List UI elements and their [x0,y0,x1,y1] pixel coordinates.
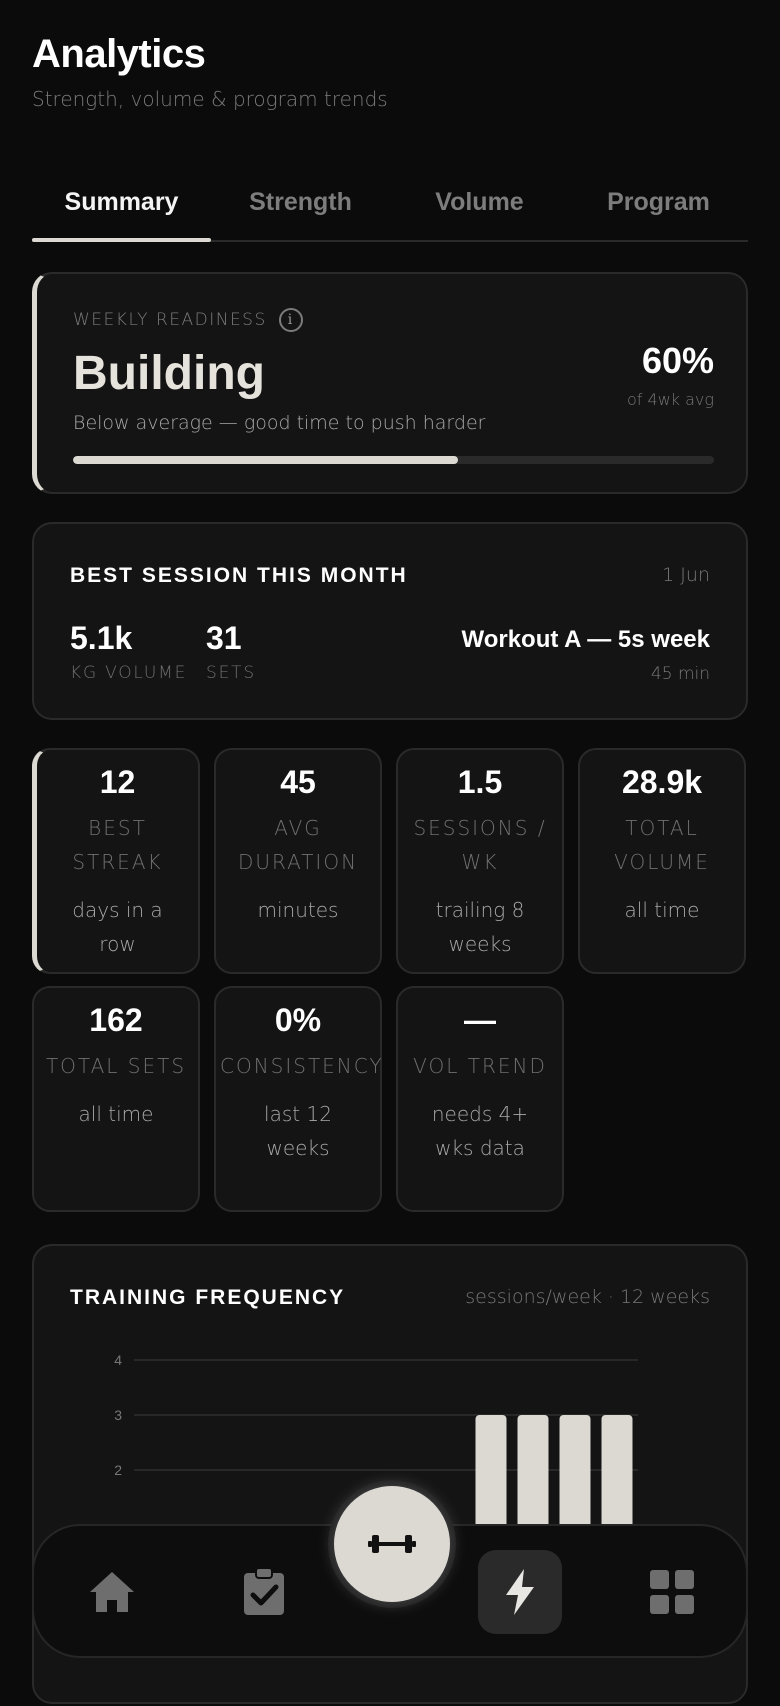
stat-sub: minutes [257,898,339,922]
readiness-progress-fill [73,456,458,464]
grid-icon [650,1570,694,1614]
weekly-readiness-card: WEEKLY READINESS i Building Below averag… [32,272,748,494]
readiness-label: WEEKLY READINESS [73,310,267,330]
tab-volume[interactable]: Volume [390,180,569,240]
stat-value: 0% [274,1002,322,1038]
stat-tile-best-streak[interactable]: 12 BEST STREAK days in a row [32,748,200,974]
readiness-percent: 60% [641,340,714,381]
readiness-progress-bar [73,456,714,464]
stat-sub: needs 4+ wks data [431,1102,529,1160]
home-icon [90,1572,134,1612]
stat-value: — [464,1002,496,1038]
stat-sub: days in a row [72,898,163,956]
volume-value: 5.1k [70,620,133,656]
chart-y-tick-label: 2 [114,1462,122,1478]
readiness-status: Building [73,347,265,400]
best-session-heading: BEST SESSION THIS MONTH [70,564,408,587]
stat-label: VOL TREND [413,1054,547,1078]
stat-value: 12 [99,764,136,800]
more-button[interactable] [642,1562,702,1622]
stat-label: BEST STREAK [72,816,163,874]
stat-label: AVG DURATION [237,816,359,874]
best-session-workout-name: Workout A — 5s week [461,626,710,653]
stat-value: 45 [280,764,316,800]
best-session-duration: 45 min [650,664,710,684]
bottom-nav [32,1486,748,1658]
best-session-card[interactable]: BEST SESSION THIS MONTH 1 Jun 5.1k KG VO… [32,522,748,720]
clipboard-check-icon [244,1567,284,1615]
stat-label: TOTAL SETS [45,1054,187,1078]
readiness-description: Below average — good time to push harder [73,412,486,434]
chart-y-tick-label: 3 [114,1407,122,1423]
info-icon[interactable]: i [278,308,303,332]
chart-y-tick-label: 4 [114,1352,122,1368]
stat-value: 1.5 [457,764,503,800]
sets-value: 31 [206,620,242,656]
tab-summary[interactable]: Summary [32,180,211,242]
stat-tile-vol-trend[interactable]: — VOL TREND needs 4+ wks data [396,986,564,1212]
workouts-button[interactable] [234,1562,294,1622]
stat-tile-avg-duration[interactable]: 45 AVG DURATION minutes [214,748,382,974]
stat-value: 162 [89,1002,143,1038]
readiness-percent-sub: of 4wk avg [627,390,714,409]
best-session-volume: 5.1k KG VOLUME [70,620,187,683]
bolt-icon [506,1569,534,1615]
stat-sub: last 12 weeks [264,1102,332,1160]
sets-label: SETS [206,663,256,683]
stat-tile-consistency[interactable]: 0% CONSISTENCY last 12 weeks [214,986,382,1212]
page-title: Analytics [32,32,206,76]
stat-label: SESSIONS / WK [413,816,547,874]
volume-label: KG VOLUME [70,663,188,683]
stat-tile-sessions-per-week[interactable]: 1.5 SESSIONS / WK trailing 8 weeks [396,748,564,974]
page-subtitle: Strength, volume & program trends [32,87,388,111]
readiness-label-row: WEEKLY READINESS i [73,308,303,332]
page-header: Analytics Strength, volume & program tre… [32,32,388,111]
home-button[interactable] [82,1562,142,1622]
stat-label: CONSISTENCY [220,1054,384,1078]
stat-value: 28.9k [621,764,703,800]
tab-program[interactable]: Program [569,180,748,240]
best-session-date: 1 Jun [662,564,710,586]
stat-sub: trailing 8 weeks [435,898,525,956]
stat-sub: all time [78,1102,154,1126]
dumbbell-icon [368,1535,416,1553]
stat-sub: all time [624,898,700,922]
start-workout-button[interactable] [334,1486,450,1602]
tab-strength[interactable]: Strength [211,180,390,240]
best-session-sets: 31 SETS [206,620,256,683]
stat-tile-total-sets[interactable]: 162 TOTAL SETS all time [32,986,200,1212]
quick-action-button[interactable] [478,1550,562,1634]
stat-tile-total-volume[interactable]: 28.9k TOTAL VOLUME all time [578,748,746,974]
tab-bar: Summary Strength Volume Program [32,180,748,242]
stat-label: TOTAL VOLUME [614,816,710,874]
